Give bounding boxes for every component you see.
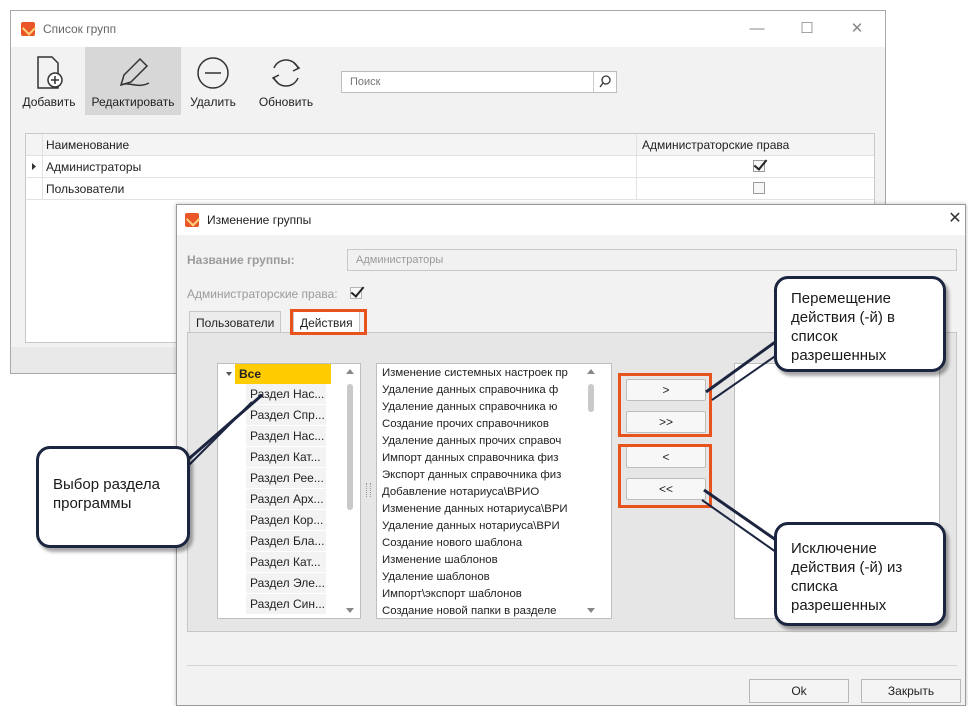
pointer-exclude-edge (701, 499, 777, 553)
pointer-exclude (703, 488, 777, 542)
callout-exclude-from-allowed: Исключение действия (-й) из списка разре… (774, 522, 946, 626)
pointer-move (705, 338, 779, 394)
callout-move-to-allowed: Перемещение действия (-й) в список разре… (774, 276, 946, 372)
callout-section-select: Выбор раздела программы (36, 446, 190, 548)
